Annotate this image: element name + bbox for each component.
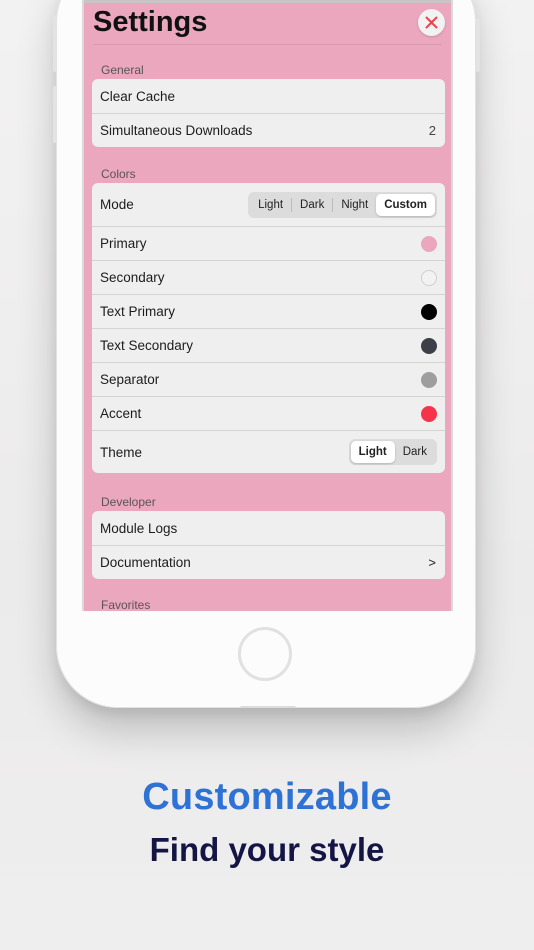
close-button[interactable] bbox=[418, 9, 445, 36]
primary-color-row[interactable]: Primary bbox=[92, 226, 445, 260]
mode-label: Mode bbox=[100, 197, 134, 212]
module-logs-row[interactable]: Module Logs bbox=[92, 511, 445, 545]
section-header-general: General bbox=[101, 63, 144, 77]
documentation-label: Documentation bbox=[100, 555, 191, 570]
secondary-label: Secondary bbox=[100, 270, 165, 285]
power-button bbox=[476, 18, 480, 72]
simultaneous-downloads-label: Simultaneous Downloads bbox=[100, 123, 253, 138]
secondary-color-swatch[interactable] bbox=[421, 269, 437, 286]
promo-headline: Customizable bbox=[142, 776, 392, 818]
mode-row: Mode Light Dark Night Custom bbox=[92, 183, 445, 226]
settings-screen: Settings General Clear Cache Simultaneou… bbox=[82, 0, 453, 611]
theme-label: Theme bbox=[100, 444, 143, 460]
mode-option-custom[interactable]: Custom bbox=[376, 193, 435, 216]
home-button[interactable] bbox=[238, 627, 292, 681]
general-card: Clear Cache Simultaneous Downloads 2 bbox=[92, 79, 445, 147]
section-header-favorites: Favorites bbox=[101, 598, 151, 611]
section-header-developer: Developer bbox=[101, 495, 156, 509]
simultaneous-downloads-value: 2 bbox=[428, 123, 436, 138]
text-secondary-color-row[interactable]: Text Secondary bbox=[92, 328, 445, 362]
mode-option-dark[interactable]: Dark bbox=[292, 194, 332, 216]
theme-option-light[interactable]: Light bbox=[350, 441, 395, 463]
volume-up-button bbox=[53, 15, 57, 72]
secondary-color-row[interactable]: Secondary bbox=[92, 260, 445, 294]
separator-label: Separator bbox=[100, 372, 160, 387]
text-primary-color-swatch[interactable] bbox=[421, 303, 437, 320]
mode-option-light[interactable]: Light bbox=[250, 194, 291, 216]
accent-color-row[interactable]: Accent bbox=[92, 396, 445, 430]
separator-color-swatch[interactable] bbox=[421, 371, 437, 388]
documentation-row[interactable]: Documentation > bbox=[92, 545, 445, 579]
colors-card: Mode Light Dark Night Custom Primary Sec… bbox=[92, 183, 445, 473]
close-x-icon bbox=[425, 16, 438, 29]
accent-color-swatch[interactable] bbox=[421, 405, 437, 422]
text-primary-color-row[interactable]: Text Primary bbox=[92, 294, 445, 328]
accent-label: Accent bbox=[100, 406, 142, 421]
volume-down-button bbox=[53, 86, 57, 143]
mode-segmented-control: Light Dark Night Custom bbox=[248, 191, 437, 218]
separator-color-row[interactable]: Separator bbox=[92, 362, 445, 396]
promo-subline: Find your style bbox=[149, 831, 385, 868]
phone-bottom-edge bbox=[240, 706, 296, 708]
title-divider bbox=[93, 44, 442, 45]
clear-cache-row[interactable]: Clear Cache bbox=[92, 79, 445, 113]
page-title: Settings bbox=[93, 6, 208, 38]
screen-top-edge bbox=[84, 0, 451, 3]
theme-option-dark[interactable]: Dark bbox=[395, 441, 435, 463]
developer-card: Module Logs Documentation > bbox=[92, 511, 445, 579]
section-header-colors: Colors bbox=[101, 167, 136, 181]
clear-cache-label: Clear Cache bbox=[100, 88, 176, 104]
primary-label: Primary bbox=[100, 236, 147, 251]
simultaneous-downloads-row[interactable]: Simultaneous Downloads 2 bbox=[92, 113, 445, 147]
mode-option-night[interactable]: Night bbox=[333, 194, 376, 216]
text-primary-label: Text Primary bbox=[100, 304, 176, 319]
text-secondary-label: Text Secondary bbox=[100, 338, 194, 353]
module-logs-label: Module Logs bbox=[100, 520, 178, 536]
theme-segmented-control: Light Dark bbox=[348, 439, 437, 465]
text-secondary-color-swatch[interactable] bbox=[421, 337, 437, 354]
theme-row: Theme Light Dark bbox=[92, 430, 445, 473]
chevron-right-icon: > bbox=[428, 555, 436, 570]
primary-color-swatch[interactable] bbox=[421, 235, 437, 252]
